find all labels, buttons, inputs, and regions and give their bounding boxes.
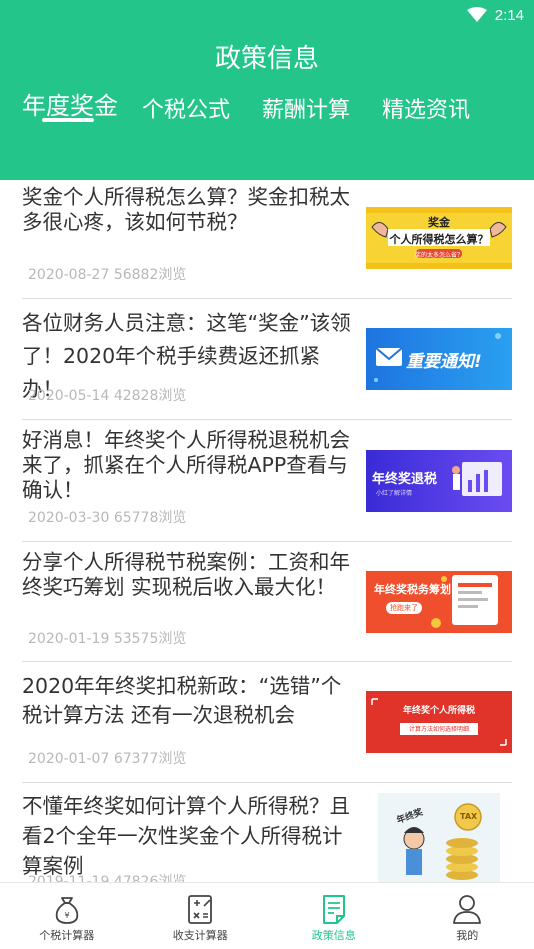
thumb-text: TAX xyxy=(460,812,478,821)
nav-label: 收支计算器 xyxy=(172,929,228,942)
article-title: 不懂年终奖如何计算个人所得税？且看2个全年一次性奖金个人所得税计算案例 xyxy=(22,794,350,878)
article-meta: 2020-01-07 67377浏览 xyxy=(28,748,186,768)
tab-tax-formula[interactable]: 个税公式 xyxy=(142,92,230,124)
article-item[interactable]: 各位财务人员注意：这笔“奖金”该领了！2020年个税手续费返还抓紧办！ 2020… xyxy=(0,299,534,420)
thumb-text: 重要通知! xyxy=(406,352,482,372)
status-bar: 2:14 xyxy=(466,0,534,30)
tab-featured-news[interactable]: 精选资讯 xyxy=(382,92,470,124)
article-item[interactable]: 奖金个人所得税怎么算？奖金扣税太多很心疼，该如何节税？ 2020-08-27 5… xyxy=(0,180,534,299)
article-item[interactable]: 好消息！年终奖个人所得税退税机会来了，抓紧在个人所得税APP查看与确认！ 202… xyxy=(0,420,534,542)
article-meta: 2020-01-19 53575浏览 xyxy=(28,628,186,648)
wifi-icon xyxy=(466,7,487,22)
article-date: 2020-08-27 xyxy=(28,267,110,283)
article-thumbnail: 重要通知! xyxy=(366,328,512,390)
article-meta: 2019-11-19 47826浏览 xyxy=(28,871,186,882)
tab-bar: 年度奖金 个税公式 薪酬计算 精选资讯 xyxy=(0,88,534,128)
svg-text:¥: ¥ xyxy=(64,911,69,920)
article-thumbnail: 奖金 个人所得税怎么算？ 奖的太多怎么省？ xyxy=(366,207,512,269)
article-title: 奖金个人所得税怎么算？奖金扣税太多很心疼，该如何节税？ xyxy=(22,185,350,234)
article-thumbnail: 年终奖 TAX xyxy=(378,793,500,882)
thumb-text: 抢跑来了 xyxy=(386,602,422,614)
article-thumbnail: 年终奖个人所得税 计算方法如何选择明细 xyxy=(366,691,512,753)
article-title: 好消息！年终奖个人所得税退税机会来了，抓紧在个人所得税APP查看与确认！ xyxy=(22,428,350,502)
article-date: 2020-01-19 xyxy=(28,631,110,647)
article-views: 56882浏览 xyxy=(113,267,187,283)
article-views: 67377浏览 xyxy=(113,751,187,767)
document-icon xyxy=(322,895,345,924)
article-item[interactable]: 分享个人所得税节税案例：工资和年终奖巧筹划 实现税后收入最大化！ 2020-01… xyxy=(0,542,534,662)
bottom-nav: ¥ 个税计算器 收支计算器 政策信息 我的 xyxy=(0,882,534,949)
status-time: 2:14 xyxy=(494,6,524,24)
thumb-text: 小红了解详情 xyxy=(376,490,413,497)
article-date: 2020-01-07 xyxy=(28,751,110,767)
article-title: 2020年年终奖扣税新政：“选错”个税计算方法 还有一次退税机会 xyxy=(22,674,342,727)
tab-annual-bonus[interactable]: 年度奖金 xyxy=(22,86,118,121)
nav-tax-calculator[interactable]: ¥ 个税计算器 xyxy=(0,883,134,949)
thumb-text: 奖金 xyxy=(428,216,450,229)
article-meta: 2020-08-27 56882浏览 xyxy=(28,264,186,284)
article-item[interactable]: 2020年年终奖扣税新政：“选错”个税计算方法 还有一次退税机会 2020-01… xyxy=(0,662,534,783)
nav-label: 个税计算器 xyxy=(39,929,95,942)
page-title: 政策信息 xyxy=(214,44,319,74)
tab-active-indicator xyxy=(42,118,94,122)
article-views: 47826浏览 xyxy=(113,874,187,882)
article-thumbnail: 年终奖退税 小红了解详情 xyxy=(366,450,512,512)
article-date: 2020-03-30 xyxy=(28,510,110,526)
nav-label: 我的 xyxy=(456,929,479,942)
thumb-text: 奖的太多怎么省？ xyxy=(414,252,463,259)
article-views: 53575浏览 xyxy=(113,631,187,647)
nav-label: 政策信息 xyxy=(311,929,356,942)
article-meta: 2020-05-14 42828浏览 xyxy=(28,385,186,405)
calculator-icon xyxy=(188,895,213,924)
thumb-text: 个人所得税怎么算？ xyxy=(389,233,489,246)
person-icon xyxy=(453,895,482,924)
thumb-text: 年终奖个人所得税 xyxy=(402,706,475,716)
thumb-text: 年终奖退税 xyxy=(372,472,438,487)
article-views: 65778浏览 xyxy=(113,510,187,526)
article-views: 42828浏览 xyxy=(113,388,187,404)
nav-income-calculator[interactable]: 收支计算器 xyxy=(134,883,268,949)
thumb-text: 年终奖税务筹划 xyxy=(374,583,451,596)
article-feed[interactable]: 奖金个人所得税怎么算？奖金扣税太多很心疼，该如何节税？ 2020-08-27 5… xyxy=(0,180,534,882)
thumb-text: 计算方法如何选择明细 xyxy=(408,726,469,733)
money-bag-icon: ¥ xyxy=(55,897,78,924)
nav-policy-info[interactable]: 政策信息 xyxy=(267,883,401,949)
article-date: 2020-05-14 xyxy=(28,388,110,404)
article-item[interactable]: 不懂年终奖如何计算个人所得税？且看2个全年一次性奖金个人所得税计算案例 2019… xyxy=(0,783,534,882)
nav-profile[interactable]: 我的 xyxy=(401,883,534,949)
tab-salary-calc[interactable]: 薪酬计算 xyxy=(262,92,350,124)
app-header: 2:14 政策信息 年度奖金 个税公式 薪酬计算 精选资讯 xyxy=(0,0,534,180)
article-thumbnail: 年终奖税务筹划 抢跑来了 xyxy=(366,571,512,633)
article-title: 分享个人所得税节税案例：工资和年终奖巧筹划 实现税后收入最大化！ xyxy=(22,550,350,599)
article-date: 2019-11-19 xyxy=(28,874,110,882)
article-meta: 2020-03-30 65778浏览 xyxy=(28,507,186,527)
